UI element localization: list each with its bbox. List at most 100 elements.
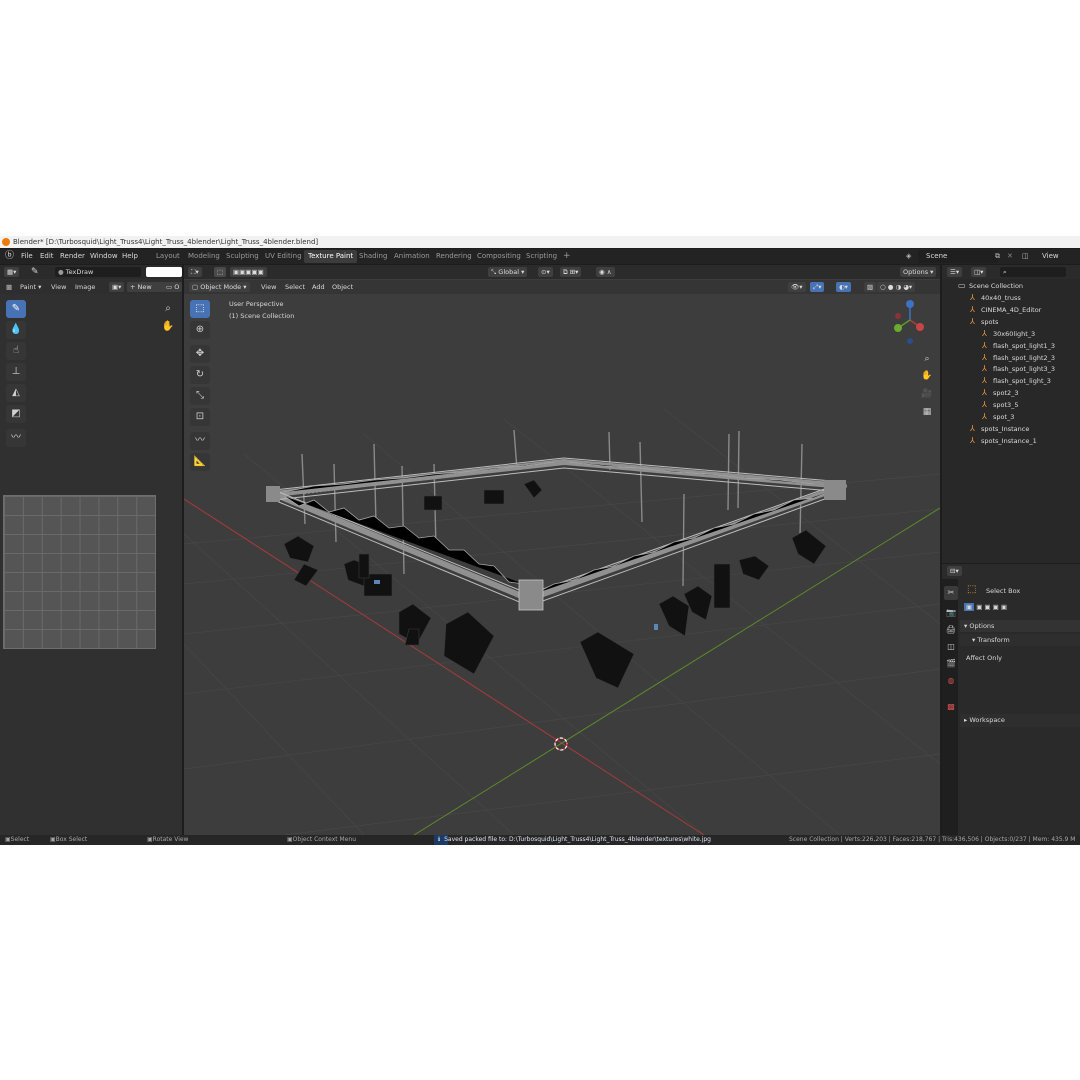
paint-mode-selector[interactable]: Paint ▾ bbox=[20, 282, 41, 292]
scene-tab-icon[interactable]: 🎬 bbox=[944, 657, 958, 671]
soften-tool-icon[interactable]: 💧 bbox=[6, 321, 26, 339]
menu-edit[interactable]: Edit bbox=[40, 249, 54, 264]
menu-help[interactable]: Help bbox=[122, 249, 138, 264]
view-layer-selector[interactable]: View Layer bbox=[1042, 249, 1080, 275]
overlay-toggle-icon[interactable]: ◐▾ bbox=[836, 282, 851, 292]
scene-selector[interactable]: Scene bbox=[918, 250, 998, 263]
viewport-menu-select[interactable]: Select bbox=[285, 282, 305, 292]
workspace-panel-header[interactable]: ▸ Workspace bbox=[960, 714, 1080, 727]
zoom-icon[interactable]: ⌕ bbox=[160, 300, 176, 318]
properties-editor bbox=[942, 564, 1080, 835]
brush-selector[interactable]: ● TexDraw bbox=[55, 267, 141, 277]
outliner-item-label: spot3_5 bbox=[993, 401, 1019, 410]
brush-color-swatch[interactable] bbox=[146, 267, 182, 277]
blender-menu-icon[interactable]: ⓑ bbox=[5, 249, 14, 264]
open-image-button[interactable]: ▭ O bbox=[163, 282, 183, 292]
smear-tool-icon[interactable]: ☝ bbox=[6, 342, 26, 360]
menu-window[interactable]: Window bbox=[90, 249, 118, 264]
transform-panel-header[interactable]: ▾ Transform bbox=[960, 634, 1080, 646]
object-icon: ⅄ bbox=[982, 412, 987, 421]
tab-uv-editing[interactable]: UV Editing bbox=[261, 250, 306, 263]
select-box-tool-preview-icon: ⬚ bbox=[967, 584, 977, 595]
selection-modes-icon[interactable]: ▣▣▣▣▣ bbox=[230, 267, 267, 277]
draw-tool-icon[interactable]: ✎ bbox=[6, 300, 26, 318]
object-icon: ⅄ bbox=[982, 352, 987, 362]
tab-texture-paint[interactable]: Texture Paint bbox=[304, 250, 358, 263]
properties-editor-icon[interactable]: ⊟▾ bbox=[947, 566, 962, 576]
transform-toggle: ▾ Transform bbox=[972, 636, 1010, 644]
outliner-display-mode-icon[interactable]: ◫▾ bbox=[971, 267, 987, 277]
image-canvas-grid[interactable] bbox=[3, 495, 156, 649]
proportional-edit-icon[interactable]: ◉ ∧ bbox=[596, 267, 615, 277]
texture-tab-icon[interactable]: ▩ bbox=[944, 700, 958, 714]
viewport-header: ▢ Object Mode ▾ View Select Add Object 👁… bbox=[184, 280, 940, 294]
outliner-item-label: spot_3 bbox=[993, 413, 1015, 421]
tab-compositing[interactable]: Compositing bbox=[473, 250, 525, 263]
xray-toggle-icon[interactable]: ▨ bbox=[864, 282, 877, 292]
outliner-item[interactable]: ⅄ spots bbox=[970, 316, 998, 328]
menu-file[interactable]: File bbox=[21, 249, 33, 264]
outliner-item[interactable]: ⅄ spots_Instance bbox=[970, 423, 1029, 435]
view-layer-icon[interactable]: ◫ bbox=[1022, 249, 1029, 264]
view-layer-tab-icon[interactable]: ◫ bbox=[944, 640, 958, 654]
outliner-item[interactable]: ⅄ 30x60light_3 bbox=[982, 328, 1035, 340]
world-tab-icon[interactable]: ◍ bbox=[944, 674, 958, 688]
new-image-button[interactable]: + New bbox=[127, 282, 165, 292]
outliner-search-input[interactable]: ⌕ bbox=[1000, 267, 1066, 277]
viewport-editor-type-icon[interactable]: ⛶▾ bbox=[188, 267, 202, 277]
outliner-item[interactable]: ⅄ spot2_3 bbox=[982, 387, 1019, 399]
workspace-toggle: ▸ Workspace bbox=[964, 716, 1005, 724]
outliner-item[interactable]: ⅄ flash_spot_light1_3 bbox=[982, 340, 1055, 352]
scene-copy-icon[interactable]: ⧉ bbox=[995, 249, 1000, 264]
render-tab-icon[interactable]: 📷 bbox=[944, 606, 958, 620]
tab-rendering[interactable]: Rendering bbox=[432, 250, 476, 263]
tab-shading[interactable]: Shading bbox=[355, 250, 391, 263]
scene-icon[interactable]: ◈ bbox=[906, 249, 911, 264]
tab-modeling[interactable]: Modeling bbox=[184, 250, 224, 263]
scene-close-icon[interactable]: ✕ bbox=[1007, 249, 1013, 264]
outliner-item[interactable]: ⅄ flash_spot_light2_3 bbox=[982, 352, 1055, 364]
shading-modes-icon[interactable]: ○ ● ◑ ◕▾ bbox=[877, 282, 916, 292]
outliner-item[interactable]: ⅄ flash_spot_light_3 bbox=[982, 375, 1051, 387]
output-tab-icon[interactable]: 🖨 bbox=[944, 623, 958, 637]
outliner-item[interactable]: ⅄ CINEMA_4D_Editor bbox=[970, 304, 1041, 316]
clone-tool-icon[interactable]: ⊥ bbox=[6, 363, 26, 381]
editor-type-icon[interactable]: ▦▾ bbox=[4, 267, 20, 277]
outliner-editor-icon[interactable]: ☰▾ bbox=[947, 267, 963, 277]
tab-layout[interactable]: Layout bbox=[152, 250, 184, 263]
image-menu-view[interactable]: View bbox=[51, 282, 66, 292]
outliner-item[interactable]: ⅄ spot3_5 bbox=[982, 399, 1019, 411]
tab-sculpting[interactable]: Sculpting bbox=[222, 250, 263, 263]
tab-animation[interactable]: Animation bbox=[390, 250, 434, 263]
viewport-menu-object[interactable]: Object bbox=[332, 282, 353, 292]
image-browse-icon[interactable]: ▣▾ bbox=[109, 282, 125, 292]
outliner-item[interactable]: ⅄ spots_Instance_1 bbox=[970, 435, 1037, 447]
options-panel-header[interactable]: ▾ Options bbox=[960, 620, 1080, 632]
fill-tool-icon[interactable]: ◭ bbox=[6, 384, 26, 402]
tab-scripting[interactable]: Scripting bbox=[522, 250, 561, 263]
outliner-root[interactable]: ▭ Scene Collection bbox=[958, 280, 1023, 292]
selection-mode-buttons[interactable]: ▣ ▣ ▣ ▣ ▣ bbox=[964, 602, 1007, 612]
pivot-icon[interactable]: ⊙▾ bbox=[538, 267, 553, 277]
outliner-item[interactable]: ⅄ spot_3 bbox=[982, 411, 1014, 423]
mask-tool-icon[interactable]: ◩ bbox=[6, 405, 26, 423]
brush-icon[interactable]: ✎ bbox=[31, 267, 39, 277]
image-menu-image[interactable]: Image bbox=[75, 282, 95, 292]
pan-hand-icon[interactable]: ✋ bbox=[160, 318, 176, 336]
object-mode-selector[interactable]: ▢ Object Mode ▾ bbox=[189, 282, 250, 292]
annotate-tool-icon[interactable]: 〰 bbox=[6, 429, 26, 447]
outliner-item[interactable]: ⅄ flash_spot_light3_3 bbox=[982, 363, 1055, 375]
transform-orientation[interactable]: ⤡ Global ▾ bbox=[488, 267, 528, 277]
tool-tab-icon[interactable]: ✂ bbox=[944, 586, 958, 600]
viewport-options-button[interactable]: Options ▾ bbox=[900, 267, 937, 277]
select-mode-icon[interactable]: ⬚ bbox=[214, 267, 227, 277]
visibility-icon[interactable]: 👁▾ bbox=[788, 282, 806, 292]
gizmo-toggle-icon[interactable]: ⤢▾ bbox=[810, 282, 825, 292]
snapping-icon[interactable]: ⧉ ⊞▾ bbox=[560, 267, 582, 277]
outliner-item[interactable]: ⅄ 40x40_truss bbox=[970, 292, 1021, 304]
viewport-menu-add[interactable]: Add bbox=[312, 282, 325, 292]
status-bar: ▣ Select ▣ Box Select ▣ Rotate View ▣ Ob… bbox=[0, 835, 1080, 845]
menu-render[interactable]: Render bbox=[60, 249, 85, 264]
add-workspace-button[interactable]: + bbox=[559, 250, 575, 263]
viewport-menu-view[interactable]: View bbox=[261, 282, 276, 292]
